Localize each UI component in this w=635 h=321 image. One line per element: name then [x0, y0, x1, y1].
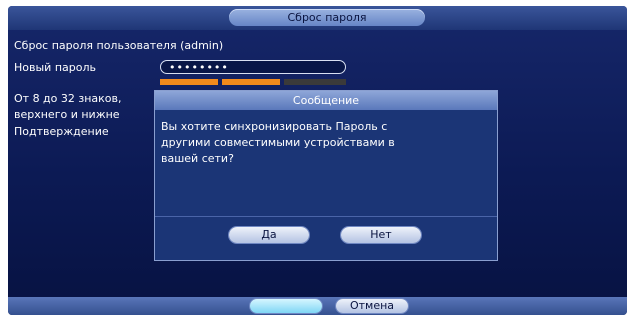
- bottom-bar: Отмена: [8, 297, 627, 315]
- reset-user-label: Сброс пароля пользователя (admin): [14, 39, 224, 52]
- new-password-field[interactable]: ••••••••: [160, 60, 346, 74]
- new-password-label: Новый пароль: [14, 61, 96, 74]
- cancel-button[interactable]: Отмена: [336, 299, 408, 313]
- message-text-line2: другими совместимыми устройствами в: [161, 136, 395, 149]
- message-divider: [155, 216, 497, 217]
- yes-button[interactable]: Да: [229, 227, 309, 243]
- no-button[interactable]: Нет: [341, 227, 421, 243]
- password-hint-line2: верхнего и нижне: [14, 108, 120, 121]
- message-text: Вы хотите синхронизировать Пароль с друг…: [161, 119, 487, 167]
- dialog-title: Сброс пароля: [229, 9, 425, 26]
- message-text-line1: Вы хотите синхронизировать Пароль с: [161, 120, 388, 133]
- ok-button[interactable]: [250, 299, 322, 313]
- strength-bar-segment-3: [284, 79, 346, 85]
- password-hint-line1: От 8 до 32 знаков,: [14, 92, 122, 105]
- strength-bar-segment-1: [160, 79, 218, 85]
- message-title: Сообщение: [155, 91, 497, 110]
- confirm-label: Подтверждение: [14, 125, 109, 138]
- message-dialog: Сообщение Вы хотите синхронизировать Пар…: [154, 90, 498, 261]
- title-bar: Сброс пароля: [8, 6, 627, 30]
- strength-bar-segment-2: [222, 79, 280, 85]
- message-text-line3: вашей сети?: [161, 152, 234, 165]
- password-reset-panel: Сброс пароля Сброс пароля пользователя (…: [8, 6, 627, 315]
